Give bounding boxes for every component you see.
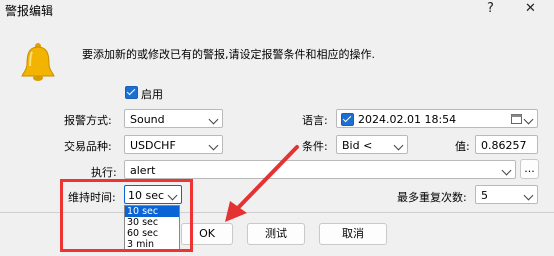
annotation-arrow bbox=[225, 145, 299, 222]
